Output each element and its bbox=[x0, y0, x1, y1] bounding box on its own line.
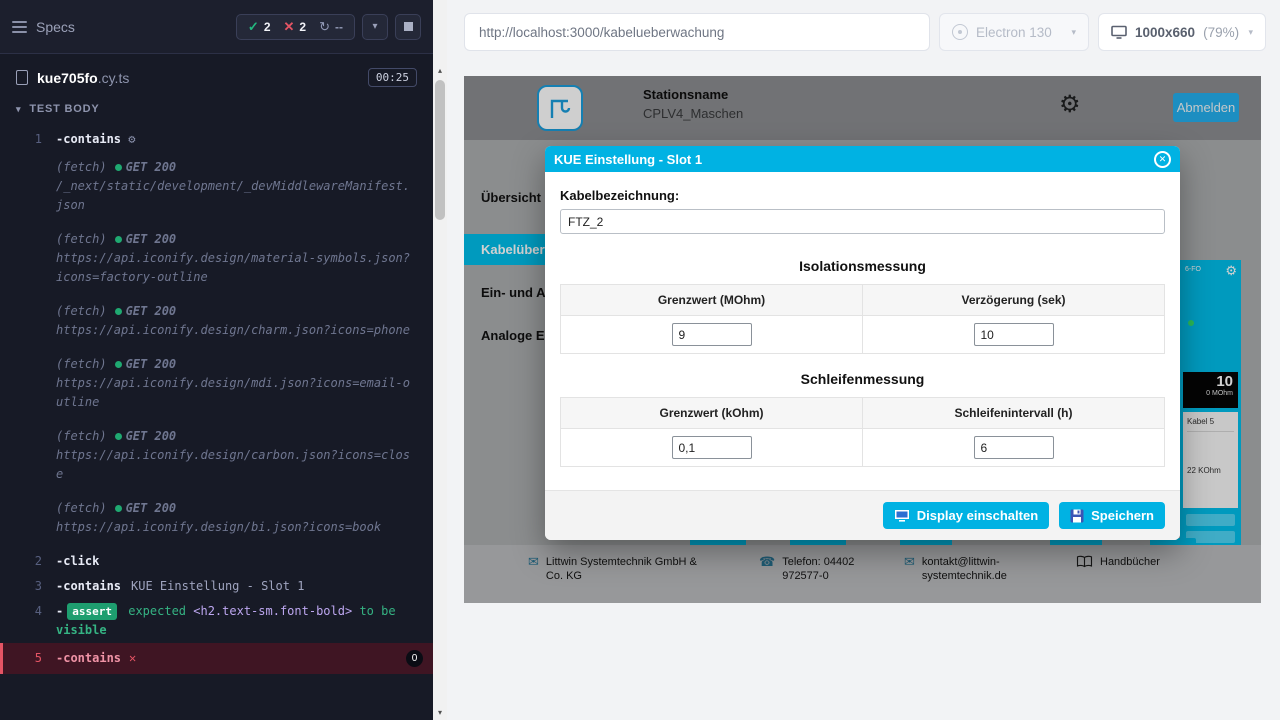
fetch-url: /_next/static/development/_devMiddleware… bbox=[56, 177, 417, 215]
line-number: 5 bbox=[3, 649, 56, 668]
loop-section-title: Schleifenmessung bbox=[560, 371, 1165, 387]
stage-toolbar: Electron 130 ▾ 1000x660 (79%) ▾ bbox=[447, 0, 1280, 64]
line-number: 3 bbox=[0, 577, 56, 596]
column-header: Grenzwert (kOhm) bbox=[561, 398, 863, 429]
spec-name: kue705fo.cy.ts bbox=[37, 70, 129, 86]
spec-timer: 00:25 bbox=[368, 68, 417, 87]
fetch-log-row: (fetch)GET 200 https://api.iconify.desig… bbox=[0, 227, 433, 290]
isolation-table: Grenzwert (MOhm) Verzögerung (sek) bbox=[560, 284, 1165, 354]
fetch-log-row: (fetch)GET 200 /_next/static/development… bbox=[0, 155, 433, 218]
command-row-failed[interactable]: 5 -contains✕ 0 bbox=[0, 643, 433, 674]
status-dot bbox=[115, 505, 122, 512]
status-dot bbox=[115, 236, 122, 243]
gear-icon: ⚙ bbox=[128, 132, 135, 146]
pending-count: -- bbox=[335, 20, 343, 34]
caret-icon: ▾ bbox=[16, 104, 21, 115]
fetch-log-row: (fetch)GET 200 https://api.iconify.desig… bbox=[0, 352, 433, 415]
assert-selector: <h2.text-sm.font-bold> bbox=[193, 604, 352, 618]
fail-icon: ✕ bbox=[129, 651, 136, 665]
modal-footer: Display einschalten Speichern bbox=[545, 490, 1180, 540]
aut-frame: Stationsname CPLV4_Maschen ⚙ Abmelden Üb… bbox=[464, 76, 1261, 603]
spec-file-icon bbox=[16, 70, 28, 85]
command-row-click[interactable]: 2 -click bbox=[0, 549, 433, 574]
scroll-up-icon[interactable]: ▴ bbox=[433, 64, 447, 78]
save-button[interactable]: Speichern bbox=[1059, 502, 1165, 529]
column-header: Verzögerung (sek) bbox=[863, 285, 1165, 316]
scrollbar-thumb[interactable] bbox=[435, 80, 445, 220]
fetch-url: https://api.iconify.design/mdi.json?icon… bbox=[56, 374, 417, 412]
cypress-reporter: Specs ✓ 2 ✕ 2 ↻ -- ▾ kue705fo.cy.ts 00:25 ▾… bbox=[0, 0, 433, 720]
modal-header: KUE Einstellung - Slot 1 ✕ bbox=[545, 146, 1180, 172]
fetch-log-row: (fetch)GET 200 https://api.iconify.desig… bbox=[0, 299, 433, 343]
verzoegerung-input[interactable] bbox=[974, 323, 1054, 346]
cable-name-input[interactable] bbox=[560, 209, 1165, 234]
display-icon bbox=[894, 509, 910, 523]
line-number: 2 bbox=[0, 552, 56, 571]
retry-count-badge: 0 bbox=[406, 650, 423, 667]
pending-icon: ↻ bbox=[319, 19, 330, 35]
scroll-down-icon[interactable]: ▾ bbox=[433, 706, 447, 720]
status-dot bbox=[115, 433, 122, 440]
modal-title: KUE Einstellung - Slot 1 bbox=[554, 152, 702, 167]
test-stats: ✓ 2 ✕ 2 ↻ -- bbox=[236, 14, 355, 40]
spec-header: kue705fo.cy.ts 00:25 bbox=[0, 54, 433, 95]
reporter-scrollbar[interactable]: ▴ ▾ bbox=[433, 0, 447, 720]
passed-count: 2 bbox=[264, 20, 271, 34]
stop-button[interactable] bbox=[395, 14, 421, 40]
line-number: 1 bbox=[0, 130, 56, 149]
url-input[interactable] bbox=[464, 13, 930, 51]
status-dot bbox=[115, 361, 122, 368]
chevron-down-icon: ▾ bbox=[1248, 27, 1253, 38]
status-dot bbox=[115, 308, 122, 315]
reporter-header: Specs ✓ 2 ✕ 2 ↻ -- ▾ bbox=[0, 0, 433, 54]
fetch-url: https://api.iconify.design/bi.json?icons… bbox=[56, 518, 417, 537]
command-row-contains-arg[interactable]: 3 -containsKUE Einstellung - Slot 1 bbox=[0, 574, 433, 599]
close-icon[interactable]: ✕ bbox=[1154, 151, 1171, 168]
test-body-toggle[interactable]: ▾ TEST BODY bbox=[0, 95, 433, 123]
grenzwert-mohm-input[interactable] bbox=[672, 323, 752, 346]
chevron-down-icon: ▾ bbox=[1071, 27, 1076, 38]
command-log: 1 -contains ⚙ (fetch)GET 200 /_next/stat… bbox=[0, 123, 433, 720]
loop-table: Grenzwert (kOhm) Schleifenintervall (h) bbox=[560, 397, 1165, 467]
fetch-url: https://api.iconify.design/carbon.json?i… bbox=[56, 446, 417, 484]
chevron-down-icon: ▾ bbox=[372, 21, 377, 32]
viewport-select[interactable]: 1000x660 (79%) ▾ bbox=[1098, 13, 1266, 51]
command-row-contains[interactable]: 1 -contains ⚙ bbox=[0, 127, 433, 152]
assert-badge: assert bbox=[67, 603, 117, 620]
column-header: Grenzwert (MOhm) bbox=[561, 285, 863, 316]
electron-icon bbox=[952, 24, 968, 40]
fetch-log-row: (fetch)GET 200 https://api.iconify.desig… bbox=[0, 424, 433, 487]
specs-list-icon bbox=[12, 21, 27, 33]
grenzwert-kohm-input[interactable] bbox=[672, 436, 752, 459]
test-body-label: TEST BODY bbox=[29, 103, 99, 115]
stage: Electron 130 ▾ 1000x660 (79%) ▾ Stations… bbox=[447, 0, 1280, 720]
status-dot bbox=[115, 164, 122, 171]
specs-label: Specs bbox=[36, 19, 75, 35]
line-number: 4 bbox=[0, 602, 56, 640]
schleifenintervall-input[interactable] bbox=[974, 436, 1054, 459]
floppy-disk-icon bbox=[1070, 509, 1084, 523]
kue-settings-modal: KUE Einstellung - Slot 1 ✕ Kabelbezeichn… bbox=[545, 146, 1180, 540]
fetch-url: https://api.iconify.design/charm.json?ic… bbox=[56, 321, 417, 340]
cable-name-label: Kabelbezeichnung: bbox=[560, 188, 1165, 203]
passed-icon: ✓ bbox=[248, 19, 259, 35]
browser-label: Electron 130 bbox=[976, 25, 1052, 40]
stop-icon bbox=[404, 22, 413, 31]
command-argument: KUE Einstellung - Slot 1 bbox=[131, 579, 304, 593]
command-row-assert[interactable]: 4 -assert expected <h2.text-sm.font-bold… bbox=[0, 599, 433, 643]
browser-select[interactable]: Electron 130 ▾ bbox=[939, 13, 1089, 51]
failed-count: 2 bbox=[299, 20, 306, 34]
monitor-icon bbox=[1111, 25, 1127, 39]
specs-menu-button[interactable]: Specs bbox=[12, 19, 75, 35]
failed-icon: ✕ bbox=[284, 19, 295, 35]
fetch-log-row: (fetch)GET 200 https://api.iconify.desig… bbox=[0, 496, 433, 540]
column-header: Schleifenintervall (h) bbox=[863, 398, 1165, 429]
display-on-button[interactable]: Display einschalten bbox=[883, 502, 1049, 529]
viewport-zoom: (79%) bbox=[1203, 25, 1239, 40]
isolation-section-title: Isolationsmessung bbox=[560, 258, 1165, 274]
fetch-url: https://api.iconify.design/material-symb… bbox=[56, 249, 417, 287]
collapse-button[interactable]: ▾ bbox=[362, 14, 388, 40]
viewport-size: 1000x660 bbox=[1135, 25, 1195, 40]
